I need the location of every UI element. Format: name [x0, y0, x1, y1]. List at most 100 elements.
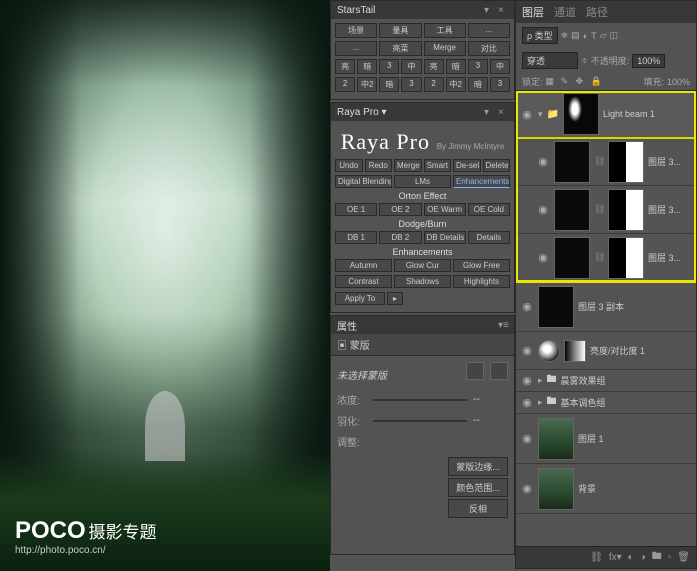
new-group-icon[interactable]: 🖿	[652, 549, 662, 566]
layer-thumb[interactable]	[554, 237, 590, 279]
filter-shape-icon[interactable]: ▱	[600, 30, 607, 41]
apply-next-icon[interactable]: ▸	[387, 292, 403, 305]
group-collapse-icon[interactable]: ▾	[538, 109, 543, 120]
lock-paint-icon[interactable]: ✎	[561, 76, 573, 88]
layer-name-6[interactable]: 晨雾效果组	[561, 374, 692, 387]
st-a2[interactable]: 3	[379, 59, 399, 74]
filter-adj-icon[interactable]: ◐	[583, 31, 588, 41]
layer-thumb[interactable]	[554, 189, 590, 231]
mask-thumb[interactable]	[608, 189, 644, 231]
layer-thumb[interactable]	[554, 141, 590, 183]
tab-paths[interactable]: 路径	[586, 4, 608, 20]
st-tab2-3[interactable]: 对比	[468, 41, 510, 56]
visibility-toggle-icon[interactable]: ◉	[520, 432, 534, 445]
layer-name-8[interactable]: 图层 1	[578, 432, 692, 445]
layer-thumb[interactable]	[538, 286, 574, 328]
layer-name-7[interactable]: 基本调色组	[561, 396, 692, 409]
visibility-toggle-icon[interactable]: ◉	[520, 108, 534, 121]
mask-edge-button[interactable]: 蒙版边缘...	[448, 457, 508, 476]
st-tab-3[interactable]: ...	[468, 23, 510, 38]
raya-enh-tab[interactable]: Enhancements	[453, 175, 510, 188]
close-icon[interactable]: ×	[498, 107, 508, 117]
st-a4[interactable]: 亮	[424, 59, 444, 74]
contrast[interactable]: Contrast	[335, 275, 392, 288]
layer-name-3[interactable]: 图层 3...	[648, 251, 692, 264]
raya-undo[interactable]: Undo	[335, 159, 363, 172]
layer-name-1[interactable]: 图层 3...	[648, 155, 692, 168]
db2[interactable]: DB 2	[379, 231, 421, 244]
autumn[interactable]: Autumn	[335, 259, 392, 272]
st-b5[interactable]: 中2	[446, 77, 466, 92]
layer-name-2[interactable]: 图层 3...	[648, 203, 692, 216]
layer-background[interactable]: ◉ 背景	[516, 464, 696, 514]
raya-db[interactable]: Digital Blending	[335, 175, 392, 188]
new-adj-icon[interactable]: ◑	[640, 552, 646, 563]
feather-slider[interactable]	[373, 420, 467, 422]
oecold[interactable]: OE Cold	[468, 203, 510, 216]
filter-pixel-icon[interactable]: ▤	[571, 30, 580, 41]
glowcur[interactable]: Glow Cur	[394, 259, 451, 272]
visibility-toggle-icon[interactable]: ◉	[520, 374, 534, 387]
st-b1[interactable]: 中2	[357, 77, 377, 92]
st-tab2-2[interactable]: Merge	[424, 41, 466, 56]
raya-smart[interactable]: Smart	[424, 159, 452, 172]
layer-group-lightbeam[interactable]: ◉ ▾ 📁 Light beam 1	[516, 91, 696, 138]
fill-value[interactable]: 100%	[667, 77, 690, 87]
lock-trans-icon[interactable]: ▦	[546, 76, 558, 88]
st-a0[interactable]: 亮	[335, 59, 355, 74]
layer-thumb[interactable]	[538, 418, 574, 460]
color-range-button[interactable]: 颜色范围...	[448, 478, 508, 497]
group-mask-thumb[interactable]	[563, 93, 599, 135]
layer-name-5[interactable]: 亮度/对比度 1	[590, 344, 692, 357]
lock-all-icon[interactable]: 🔒	[591, 76, 603, 88]
st-b4[interactable]: 2	[424, 77, 444, 92]
highlights[interactable]: Highlights	[453, 275, 510, 288]
filter-type-icon[interactable]: T	[591, 31, 597, 41]
st-a7[interactable]: 中	[490, 59, 510, 74]
density-slider[interactable]	[373, 399, 467, 401]
layer-name-4[interactable]: 图层 3 副本	[578, 300, 692, 313]
visibility-toggle-icon[interactable]: ◉	[536, 203, 550, 216]
st-b0[interactable]: 2	[335, 77, 355, 92]
group-expand-icon[interactable]: ▸	[538, 375, 543, 386]
tab-layers[interactable]: 图层	[522, 4, 544, 20]
st-tab-2[interactable]: 工具	[424, 23, 466, 38]
invert-button[interactable]: 反相	[448, 499, 508, 518]
kind-filter[interactable]: ρ 类型	[522, 27, 558, 44]
visibility-toggle-icon[interactable]: ◉	[520, 344, 534, 357]
link-layers-icon[interactable]: ⛓	[590, 552, 603, 563]
shadows[interactable]: Shadows	[394, 275, 451, 288]
mask-thumb[interactable]	[608, 237, 644, 279]
collapse-icon[interactable]: ▾	[484, 5, 494, 15]
mask-thumb[interactable]	[608, 141, 644, 183]
st-a5[interactable]: 暗	[446, 59, 466, 74]
mask-thumb[interactable]	[564, 340, 586, 362]
st-b3[interactable]: 3	[401, 77, 421, 92]
raya-delete[interactable]: Delete	[483, 159, 511, 172]
layer-item-bc[interactable]: ◉ 亮度/对比度 1	[516, 332, 696, 370]
pixel-mask-icon[interactable]	[466, 362, 484, 380]
st-a6[interactable]: 3	[468, 59, 488, 74]
fx-icon[interactable]: fx▾	[609, 552, 622, 563]
layer-item-3[interactable]: ◉ ⛓ 图层 3...	[516, 234, 696, 282]
raya-desel[interactable]: De-sel	[453, 159, 481, 172]
dbdet[interactable]: DB Details	[424, 231, 466, 244]
st-tab2-1[interactable]: 亮菜	[379, 41, 421, 56]
adj-icon[interactable]	[538, 340, 560, 362]
db1[interactable]: DB 1	[335, 231, 377, 244]
add-mask-icon[interactable]: ◐	[628, 552, 634, 563]
raya-merge[interactable]: Merge	[394, 159, 422, 172]
st-b2[interactable]: 暗	[379, 77, 399, 92]
group-expand-icon[interactable]: ▸	[538, 397, 543, 408]
visibility-toggle-icon[interactable]: ◉	[536, 155, 550, 168]
det[interactable]: Details	[468, 231, 510, 244]
raya-lms[interactable]: LMs	[394, 175, 451, 188]
visibility-toggle-icon[interactable]: ◉	[536, 251, 550, 264]
new-layer-icon[interactable]: ▫	[668, 552, 672, 563]
oe2[interactable]: OE 2	[379, 203, 421, 216]
layer-item-8[interactable]: ◉ 图层 1	[516, 414, 696, 464]
st-a1[interactable]: 暗	[357, 59, 377, 74]
glowfree[interactable]: Glow Free	[453, 259, 510, 272]
visibility-toggle-icon[interactable]: ◉	[520, 300, 534, 313]
tab-channels[interactable]: 通道	[554, 4, 576, 20]
